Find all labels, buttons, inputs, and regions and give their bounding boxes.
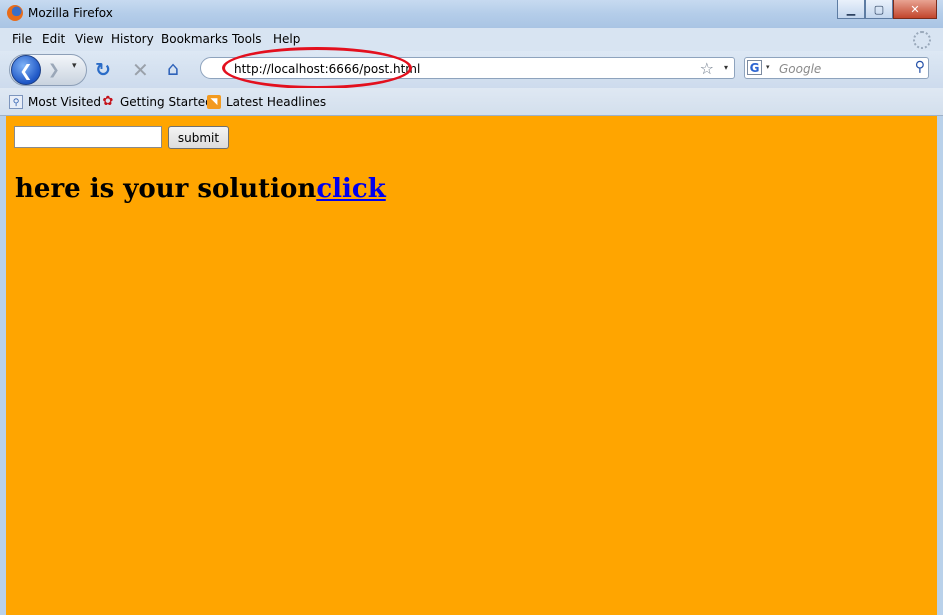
bookmark-label: Most Visited [28,95,102,109]
history-dropdown-icon[interactable]: ▾ [72,61,77,71]
window-controls: ▁ ▢ ✕ [837,0,937,19]
title-bar: Mozilla Firefox ▁ ▢ ✕ [0,0,943,28]
bookmark-label: Latest Headlines [226,95,327,109]
menu-file[interactable]: File [12,32,32,46]
url-dropdown-icon[interactable]: ▾ [724,63,728,72]
window-title: Mozilla Firefox [28,6,113,20]
menu-help[interactable]: Help [273,32,300,46]
most-visited-icon: ⚲ [9,95,23,109]
back-button[interactable]: ❮ [11,55,41,85]
menu-history[interactable]: History [111,32,154,46]
back-forward-group: ❮ ❯ ▾ [9,54,87,86]
close-button[interactable]: ✕ [893,0,937,19]
url-text[interactable]: http://localhost:6666/post.html [234,62,420,76]
bookmark-getting-started[interactable]: ✿ Getting Started [101,94,213,110]
engine-dropdown-icon[interactable]: ▾ [766,63,770,71]
bookmark-star-icon[interactable]: ☆ [700,59,714,78]
search-input[interactable]: Google [779,62,821,76]
navigation-toolbar: ❮ ❯ ▾ ↻ ✕ ⌂ http://localhost:6666/post.h… [0,51,943,88]
menu-view[interactable]: View [75,32,103,46]
text-input[interactable] [14,126,162,148]
stop-button[interactable]: ✕ [132,58,149,82]
google-engine-icon[interactable]: G [747,60,762,75]
bookmark-most-visited[interactable]: ⚲ Most Visited [9,95,101,109]
bookmark-latest-headlines[interactable]: ◥ Latest Headlines [207,95,326,109]
menu-bookmarks[interactable]: Bookmarks [161,32,228,46]
heading-text: here is your solution [15,174,317,204]
menu-edit[interactable]: Edit [42,32,65,46]
minimize-button[interactable]: ▁ [837,0,865,19]
maximize-button[interactable]: ▢ [865,0,893,19]
submit-button[interactable]: submit [168,126,229,149]
window-frame-right [937,116,943,615]
page-heading: here is your solutionclick [15,174,386,204]
click-link[interactable]: click [316,174,385,204]
rss-icon: ◥ [207,95,221,109]
home-button[interactable]: ⌂ [167,58,179,80]
getting-started-icon: ✿ [102,94,114,109]
bookmark-label: Getting Started [120,95,213,109]
activity-throbber-icon [913,31,931,49]
forward-button[interactable]: ❯ [48,62,68,78]
page-content: submit here is your solutionclick [6,116,937,615]
bookmarks-toolbar: ⚲ Most Visited ✿ Getting Started ◥ Lates… [0,88,943,116]
search-go-icon[interactable]: ⚲ [915,59,925,75]
reload-button[interactable]: ↻ [95,59,111,81]
menu-tools[interactable]: Tools [232,32,262,46]
firefox-logo-icon [7,5,23,21]
search-bar[interactable]: G ▾ Google ⚲ [744,57,929,79]
menu-bar: File Edit View History Bookmarks Tools H… [0,28,943,51]
address-bar[interactable]: http://localhost:6666/post.html ☆ ▾ [200,57,735,79]
